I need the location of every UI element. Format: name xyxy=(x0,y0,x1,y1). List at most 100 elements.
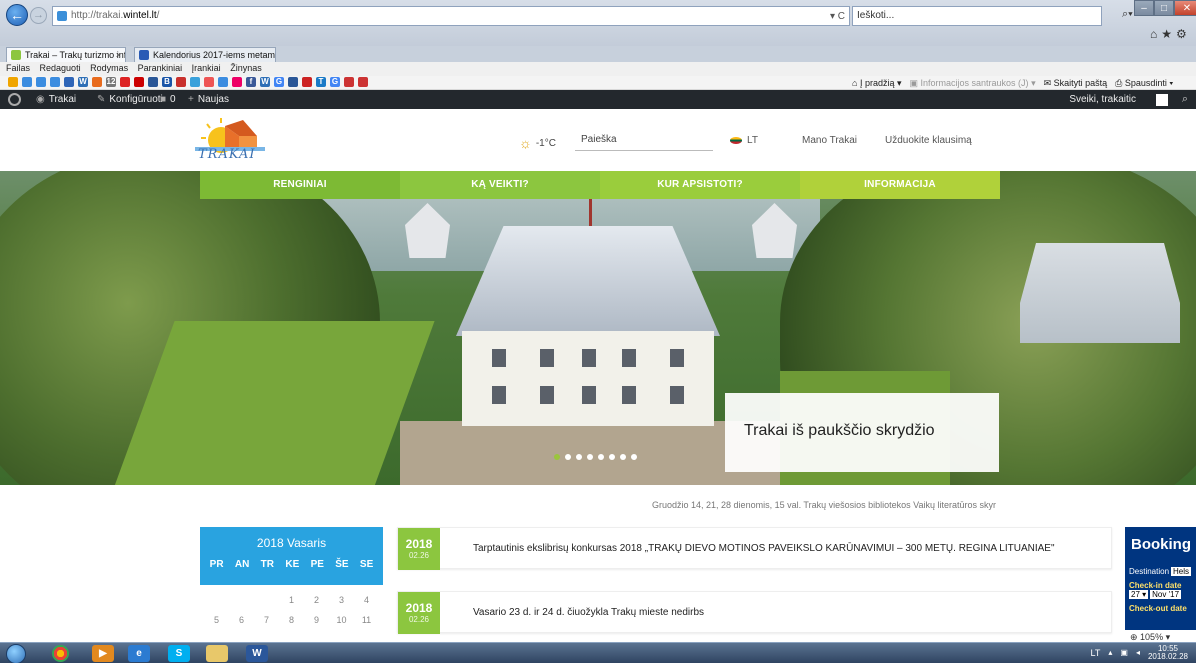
slider-dot[interactable] xyxy=(609,454,615,460)
internet-explorer-icon[interactable]: e xyxy=(128,645,150,662)
favorite-grid-icon[interactable] xyxy=(64,77,74,87)
booking-widget[interactable]: Booking Destination Hels Check-in date 27… xyxy=(1125,527,1196,630)
print-button[interactable]: ⎙ Spausdinti ▾ xyxy=(1115,77,1173,89)
menu-view[interactable]: Rodymas xyxy=(90,63,128,73)
news-ticker[interactable]: Gruodžio 14, 21, 28 dienomis, 15 val. Tr… xyxy=(652,500,996,510)
favorite-w-icon[interactable]: W xyxy=(260,77,270,87)
volume-icon[interactable]: ◂ xyxy=(1136,649,1140,657)
refresh-icon[interactable]: ▾ C xyxy=(830,8,845,26)
slider-dot[interactable] xyxy=(587,454,593,460)
back-arrow-icon[interactable]: ← xyxy=(6,4,28,26)
calendar-day[interactable]: 5 xyxy=(207,613,227,630)
destination-input[interactable]: Hels xyxy=(1171,567,1192,576)
favorite-12-icon[interactable]: 12 xyxy=(106,77,116,87)
favorite-o-icon[interactable] xyxy=(232,77,242,87)
address-bar[interactable]: http://trakai.wintel.lt/ ▾ C xyxy=(52,6,850,26)
avatar[interactable] xyxy=(1156,94,1168,106)
nav-informacija[interactable]: INFORMACIJA xyxy=(800,171,1000,199)
home-button[interactable]: ⌂ Į pradžią ▾ xyxy=(852,77,902,89)
slider-dot[interactable] xyxy=(565,454,571,460)
event-title[interactable]: Vasario 23 d. ir 24 d. čiuožykla Trakų m… xyxy=(473,607,704,618)
slider-dot[interactable] xyxy=(631,454,637,460)
home-star-gear-icons[interactable]: ⌂★⚙ xyxy=(1150,27,1191,41)
calendar-day[interactable]: 8 xyxy=(282,613,302,630)
clock[interactable]: 10:55 2018.02.28 xyxy=(1148,645,1188,661)
skype-icon[interactable]: S xyxy=(168,645,190,662)
my-trakai-link[interactable]: Mano Trakai xyxy=(802,135,857,146)
checkin-day-select[interactable]: 27 ▾ xyxy=(1129,590,1149,599)
event-title[interactable]: Tarptautinis ekslibrisų konkursas 2018 „… xyxy=(473,543,1055,554)
favorite-x-icon[interactable] xyxy=(148,77,158,87)
calendar-day[interactable]: 9 xyxy=(307,613,327,630)
start-button-icon[interactable] xyxy=(6,644,26,663)
maximize-icon[interactable]: □ xyxy=(1154,0,1174,16)
menu-help[interactable]: Žinynas xyxy=(230,63,262,73)
favorite-shield-icon[interactable] xyxy=(358,77,368,87)
slider-dot[interactable] xyxy=(598,454,604,460)
menu-file[interactable]: Failas xyxy=(6,63,30,73)
feeds-button[interactable]: ▣ Informacijos santraukos (J) ▾ xyxy=(910,77,1036,89)
admin-comments-link[interactable]: ■ 0 xyxy=(160,90,176,109)
calendar-day[interactable]: 1 xyxy=(282,593,302,613)
event-card[interactable]: 2018 02.26 Tarptautinis ekslibrisų konku… xyxy=(397,527,1112,570)
favorite-facebook-icon[interactable]: f xyxy=(246,77,256,87)
ask-question-link[interactable]: Užduokite klausimą xyxy=(885,135,972,146)
favorite-badge-icon[interactable] xyxy=(302,77,312,87)
calendar-day[interactable]: 7 xyxy=(257,613,277,630)
favorite-drop-icon[interactable] xyxy=(190,77,200,87)
menu-favorites[interactable]: Parankiniai xyxy=(138,63,183,73)
calendar-day[interactable]: 6 xyxy=(232,613,252,630)
word-icon[interactable]: W xyxy=(246,645,268,662)
calendar-day[interactable]: 4 xyxy=(357,593,377,613)
network-icon[interactable]: ▣ xyxy=(1120,649,1128,657)
language-selector[interactable]: LT xyxy=(730,135,758,146)
tab-kalendorius[interactable]: Kalendorius 2017-iems metam... xyxy=(134,47,276,62)
favorite-shield-icon[interactable] xyxy=(344,77,354,87)
nav-kur-apsistoti[interactable]: KUR APSISTOTI? xyxy=(600,171,800,199)
slider-dot[interactable] xyxy=(554,454,560,460)
slider-dot[interactable] xyxy=(576,454,582,460)
tray-arrow-icon[interactable]: ▴ xyxy=(1108,649,1112,657)
tab-close-icon[interactable]: × xyxy=(116,48,121,62)
browser-search-input[interactable]: Ieškoti... xyxy=(852,6,1102,26)
admin-greeting[interactable]: Sveiki, trakaitic xyxy=(1069,90,1136,109)
favorite-youtube-icon[interactable] xyxy=(134,77,144,87)
calendar-day[interactable]: 3 xyxy=(332,593,352,613)
favorite-r-icon[interactable] xyxy=(204,77,214,87)
checkin-month-select[interactable]: Nov '17 xyxy=(1150,590,1182,599)
chrome-icon[interactable] xyxy=(52,645,69,662)
hero-slider[interactable] xyxy=(0,171,1196,485)
site-search-input[interactable]: Paieška xyxy=(575,131,713,151)
calendar-day[interactable] xyxy=(207,593,227,613)
minimize-icon[interactable]: – xyxy=(1134,0,1154,16)
calendar-day[interactable] xyxy=(257,593,277,613)
favorite-ie-icon[interactable] xyxy=(218,77,228,87)
read-mail-button[interactable]: ✉ Skaityti paštą xyxy=(1044,77,1108,89)
favorite-google-icon[interactable]: G xyxy=(330,77,340,87)
favorite-ie-icon[interactable] xyxy=(22,77,32,87)
forward-arrow-icon[interactable]: → xyxy=(30,7,47,24)
input-language[interactable]: LT xyxy=(1091,649,1101,658)
wordpress-logo-icon[interactable] xyxy=(8,93,21,106)
file-explorer-icon[interactable] xyxy=(206,645,228,662)
favorite-star-icon[interactable] xyxy=(8,77,18,87)
tab-trakai[interactable]: Trakai – Trakų turizmo infor... × xyxy=(6,47,126,62)
nav-renginiai[interactable]: RENGINIAI xyxy=(200,171,400,199)
menu-tools[interactable]: Įrankiai xyxy=(192,63,221,73)
admin-new-link[interactable]: + Naujas xyxy=(188,90,229,109)
calendar-day[interactable] xyxy=(232,593,252,613)
favorite-t-icon[interactable]: T xyxy=(316,77,326,87)
favorite-red-icon[interactable] xyxy=(120,77,130,87)
admin-customize-link[interactable]: ✎ Konfigūruoti xyxy=(97,90,163,109)
favorite-b-icon[interactable]: B xyxy=(162,77,172,87)
favorite-ie-icon[interactable] xyxy=(50,77,60,87)
favorite-2-icon[interactable] xyxy=(176,77,186,87)
search-icon[interactable]: ⌕▾ xyxy=(1122,8,1133,21)
hero-caption[interactable]: Trakai iš paukščio skrydžio xyxy=(725,393,999,472)
event-card[interactable]: 2018 02.26 Vasario 23 d. ir 24 d. čiuožy… xyxy=(397,591,1112,634)
admin-search-icon[interactable]: ⌕ xyxy=(1182,90,1188,109)
admin-site-link[interactable]: ◉ Trakai xyxy=(36,90,76,109)
menu-edit[interactable]: Redaguoti xyxy=(40,63,81,73)
calendar-day[interactable]: 10 xyxy=(332,613,352,630)
nav-ka-veikti[interactable]: KĄ VEIKTI? xyxy=(400,171,600,199)
